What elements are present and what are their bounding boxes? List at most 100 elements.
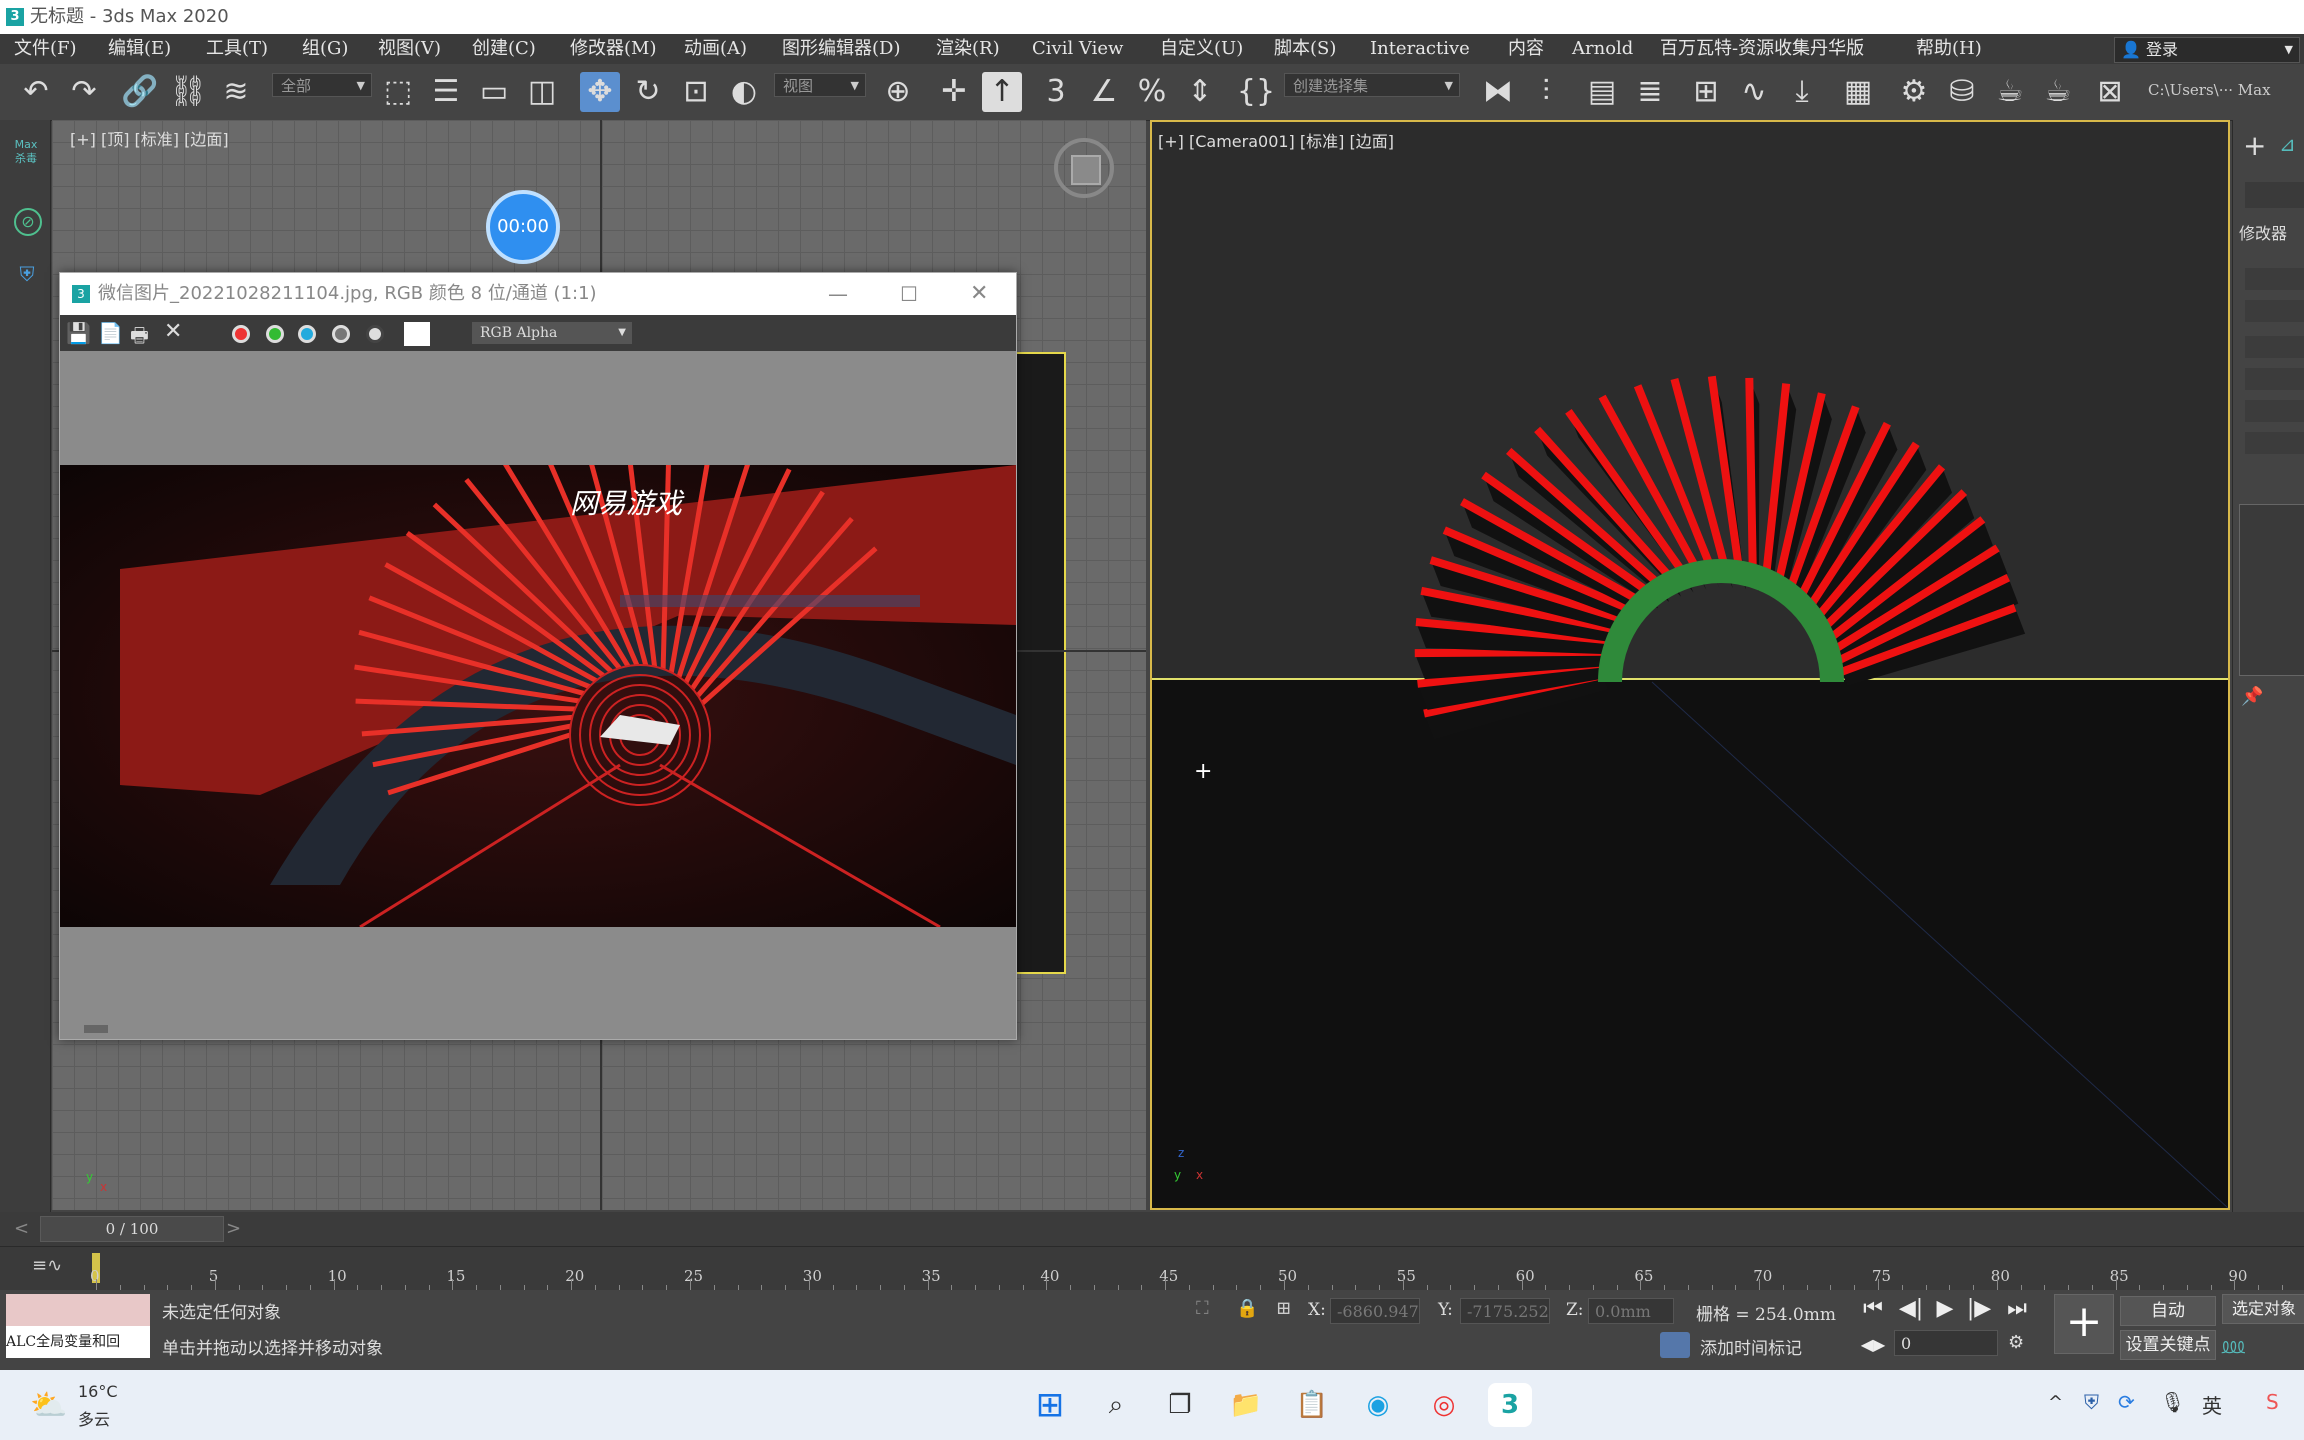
project-path[interactable]: C:\Users\··· Max bbox=[2148, 76, 2304, 104]
menu-megawatt[interactable]: 百万瓦特-资源收集丹华版 bbox=[1660, 34, 1864, 64]
spinner-snap-icon[interactable]: ⇕ bbox=[1180, 72, 1220, 112]
weather-temp[interactable]: 16°C bbox=[78, 1382, 118, 1401]
maxscript-mini-listener[interactable]: ALC全局变量和回 bbox=[6, 1326, 150, 1358]
menu-edit[interactable]: 编辑(E) bbox=[108, 34, 171, 64]
image-viewer-scrollbar[interactable] bbox=[84, 1025, 108, 1033]
rendered-frame-window-icon[interactable]: ⛁ bbox=[1942, 72, 1982, 112]
link-icon[interactable]: 🔗 bbox=[120, 72, 160, 112]
recording-timer[interactable]: 00:00 bbox=[486, 190, 560, 264]
mini-curve-editor-icon[interactable]: ≡∿ bbox=[32, 1255, 62, 1276]
prev-frame-icon[interactable]: < bbox=[14, 1218, 29, 1239]
print-icon[interactable]: 🖶 bbox=[130, 321, 149, 355]
selection-filter-dropdown[interactable]: 全部 bbox=[272, 73, 372, 98]
menu-file[interactable]: 文件(F) bbox=[14, 34, 77, 64]
ribbon-toggle-icon[interactable]: ⊞ bbox=[1686, 72, 1726, 112]
task-view-icon[interactable]: ❐ bbox=[1158, 1383, 1202, 1427]
align-icon[interactable]: ⫶ bbox=[1526, 72, 1566, 112]
clone-window-icon[interactable]: 📄 bbox=[98, 321, 123, 345]
search-icon[interactable]: ⌕ bbox=[1094, 1383, 1138, 1427]
viewport-camera[interactable]: [+] [Camera001] [标准] [边面] + z y x bbox=[1150, 120, 2230, 1210]
render-setup-icon[interactable]: ⚙ bbox=[1894, 72, 1934, 112]
edit-named-selection-icon[interactable]: {} bbox=[1236, 72, 1276, 112]
layer-explorer-icon[interactable]: ≣ bbox=[1630, 72, 1670, 112]
antivirus-badge[interactable]: Max 杀毒 bbox=[10, 138, 42, 174]
angle-snap-icon[interactable]: ∠ bbox=[1084, 72, 1124, 112]
maximize-icon[interactable]: ☐ bbox=[900, 273, 918, 315]
add-time-tag[interactable]: 添加时间标记 bbox=[1700, 1334, 1802, 1359]
viewport-top-label[interactable]: [+] [顶] [标准] [边面] bbox=[70, 126, 229, 150]
percent-snap-icon[interactable]: % bbox=[1132, 72, 1172, 112]
select-scale-icon[interactable]: ⊡ bbox=[676, 72, 716, 112]
time-slider[interactable]: < 0 / 100 > bbox=[0, 1212, 2304, 1246]
save-image-icon[interactable]: 💾 bbox=[66, 321, 91, 345]
key-filter-icon[interactable]: ⅏ bbox=[2222, 1330, 2245, 1360]
x-coordinate-field[interactable]: -6860.947 bbox=[1330, 1298, 1420, 1324]
next-frame-icon[interactable]: > bbox=[226, 1218, 241, 1239]
key-mode-icon[interactable]: ◀▶ bbox=[1858, 1330, 1888, 1360]
image-viewer-titlebar[interactable]: 3 微信图片_20221028211104.jpg, RGB 颜色 8 位/通道… bbox=[60, 273, 1016, 315]
shield-icon[interactable]: ⛨ bbox=[16, 262, 38, 286]
tray-overflow-icon[interactable]: ^ bbox=[2048, 1392, 2063, 1413]
select-object-icon[interactable]: ⬚ bbox=[378, 72, 418, 112]
schematic-view-icon[interactable]: ⤓ bbox=[1782, 72, 1822, 112]
alpha-toggle[interactable] bbox=[366, 325, 384, 343]
select-move-icon[interactable]: ✥ bbox=[580, 72, 620, 112]
material-editor-icon[interactable]: ▦ bbox=[1838, 72, 1878, 112]
modifier-button-2[interactable] bbox=[2245, 300, 2304, 322]
manipulate-icon[interactable]: ✛ bbox=[934, 72, 974, 112]
menu-views[interactable]: 视图(V) bbox=[378, 34, 441, 64]
time-config-icon[interactable]: ⚙ bbox=[2008, 1332, 2024, 1353]
scene-explorer-icon[interactable]: ▤ bbox=[1582, 72, 1622, 112]
menu-interactive[interactable]: Interactive bbox=[1370, 34, 1470, 64]
green-channel-toggle[interactable] bbox=[266, 325, 284, 343]
rect-selection-icon[interactable]: ▭ bbox=[474, 72, 514, 112]
channel-dropdown[interactable]: RGB Alpha ▼ bbox=[472, 322, 632, 344]
pin-stack-icon[interactable]: 📌 bbox=[2241, 686, 2265, 710]
next-key-icon[interactable]: |▶ bbox=[1964, 1294, 1994, 1324]
modifier-list-label[interactable]: 修改器 bbox=[2239, 220, 2304, 246]
menu-help[interactable]: 帮助(H) bbox=[1916, 34, 1982, 64]
3dsmax-taskbar-icon[interactable]: 3 bbox=[1488, 1383, 1532, 1427]
snaps-toggle-icon[interactable]: 3 bbox=[1036, 72, 1076, 112]
modify-tab-icon[interactable]: ⊿ bbox=[2279, 132, 2304, 160]
auto-key-button[interactable]: 自动 bbox=[2120, 1296, 2216, 1326]
modifier-button-6[interactable] bbox=[2245, 432, 2304, 454]
time-slider-thumb[interactable]: 0 / 100 bbox=[40, 1216, 224, 1242]
menu-rendering[interactable]: 渲染(R) bbox=[936, 34, 1000, 64]
select-place-icon[interactable]: ◐ bbox=[724, 72, 764, 112]
lock-selection-icon[interactable]: 🔒 bbox=[1236, 1298, 1258, 1319]
menu-modifiers[interactable]: 修改器(M) bbox=[570, 34, 656, 64]
menu-scripting[interactable]: 脚本(S) bbox=[1274, 34, 1336, 64]
scan-icon[interactable]: ⊘ bbox=[14, 208, 42, 236]
pivot-center-icon[interactable]: ⊕ bbox=[878, 72, 918, 112]
input-method-icon[interactable]: 英 bbox=[2202, 1390, 2222, 1419]
screen-recorder-icon[interactable]: ◎ bbox=[1422, 1383, 1466, 1427]
microphone-icon[interactable]: 🎙 bbox=[2160, 1390, 2185, 1414]
redo-icon[interactable]: ↷ bbox=[64, 72, 104, 112]
selected-objects-dropdown[interactable]: 选定对象 bbox=[2222, 1294, 2304, 1324]
select-by-name-icon[interactable]: ☰ bbox=[426, 72, 466, 112]
file-explorer-icon[interactable]: 📁 bbox=[1224, 1383, 1268, 1427]
render-iterative-icon[interactable]: ☕ bbox=[2038, 72, 2078, 112]
menu-graph-editors[interactable]: 图形编辑器(D) bbox=[782, 34, 900, 64]
modifier-button-4[interactable] bbox=[2245, 368, 2304, 390]
modifier-button-5[interactable] bbox=[2245, 400, 2304, 422]
render-production-icon[interactable]: ☕ bbox=[1990, 72, 2030, 112]
menu-arnold[interactable]: Arnold bbox=[1572, 34, 1633, 64]
window-crossing-icon[interactable]: ◫ bbox=[522, 72, 562, 112]
prev-key-icon[interactable]: ◀| bbox=[1896, 1294, 1926, 1324]
modifier-button-3[interactable] bbox=[2245, 336, 2304, 358]
wps-tray-icon[interactable]: S bbox=[2266, 1390, 2279, 1414]
menu-tools[interactable]: 工具(T) bbox=[206, 34, 268, 64]
close-icon[interactable]: ✕ bbox=[970, 273, 988, 315]
bind-spacewarp-icon[interactable]: ≋ bbox=[216, 72, 256, 112]
z-coordinate-field[interactable]: 0.0mm bbox=[1588, 1298, 1674, 1324]
create-tab-icon[interactable]: + bbox=[2243, 132, 2271, 160]
image-viewer-window[interactable]: 3 微信图片_20221028211104.jpg, RGB 颜色 8 位/通道… bbox=[59, 272, 1017, 1040]
goto-start-icon[interactable]: ⏮ bbox=[1858, 1294, 1888, 1324]
maxscript-listener-pink[interactable] bbox=[6, 1294, 150, 1326]
named-selection-set-dropdown[interactable]: 创建选择集 bbox=[1284, 73, 1460, 98]
weather-icon[interactable]: ⛅ bbox=[30, 1388, 67, 1423]
set-key-button[interactable]: 设置关键点 bbox=[2120, 1330, 2216, 1360]
blue-channel-toggle[interactable] bbox=[298, 325, 316, 343]
